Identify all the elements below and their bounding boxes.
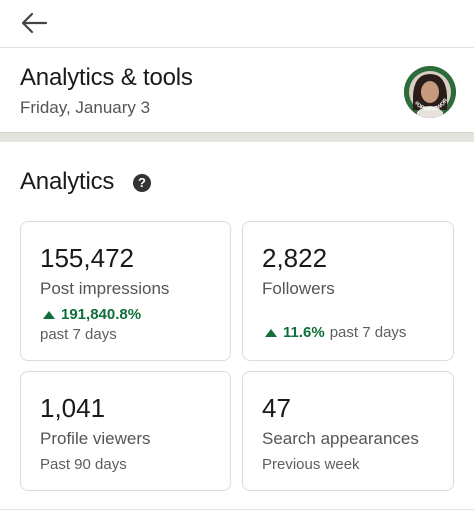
card-subtext: Past 90 days (40, 456, 127, 473)
card-followers[interactable]: 2,822 Followers 11.6% past 7 days (242, 221, 454, 361)
card-subtext: Previous week (262, 456, 360, 473)
card-value: 155,472 (40, 243, 134, 273)
page-date: Friday, January 3 (20, 98, 151, 117)
trend-percent: 11.6% (283, 324, 325, 341)
avatar-photo: #OPENTOWORK (404, 66, 456, 118)
card-search-appearances[interactable]: 47 Search appearances Previous week (242, 371, 454, 491)
help-icon[interactable]: ? (133, 174, 151, 192)
trend-percent: 191,840.8% (61, 306, 142, 323)
trend-indicator: 191,840.8% (40, 306, 146, 323)
back-arrow-icon (21, 12, 48, 34)
card-value: 1,041 (40, 393, 106, 423)
card-profile-viewers[interactable]: 1,041 Profile viewers Past 90 days (20, 371, 231, 491)
card-value: 2,822 (262, 243, 328, 273)
trend-up-icon (265, 328, 277, 337)
page-title: Analytics & tools (20, 64, 193, 91)
trend-indicator: 11.6% past 7 days (262, 324, 406, 341)
card-value: 47 (262, 393, 291, 423)
avatar[interactable]: #OPENTOWORK (404, 66, 456, 118)
card-label: Followers (262, 279, 335, 298)
back-button[interactable] (14, 6, 54, 40)
card-label: Search appearances (262, 429, 419, 448)
card-label: Post impressions (40, 279, 170, 298)
trend-up-icon (43, 310, 55, 319)
section-divider (0, 132, 474, 142)
section-title: Analytics (20, 168, 115, 195)
card-post-impressions[interactable]: 155,472 Post impressions 191,840.8% past… (20, 221, 231, 361)
trend-period: past 7 days (329, 324, 407, 341)
bottom-divider (0, 509, 474, 513)
card-label: Profile viewers (40, 429, 151, 448)
card-subtext: past 7 days (40, 326, 117, 343)
top-bar (0, 0, 474, 48)
